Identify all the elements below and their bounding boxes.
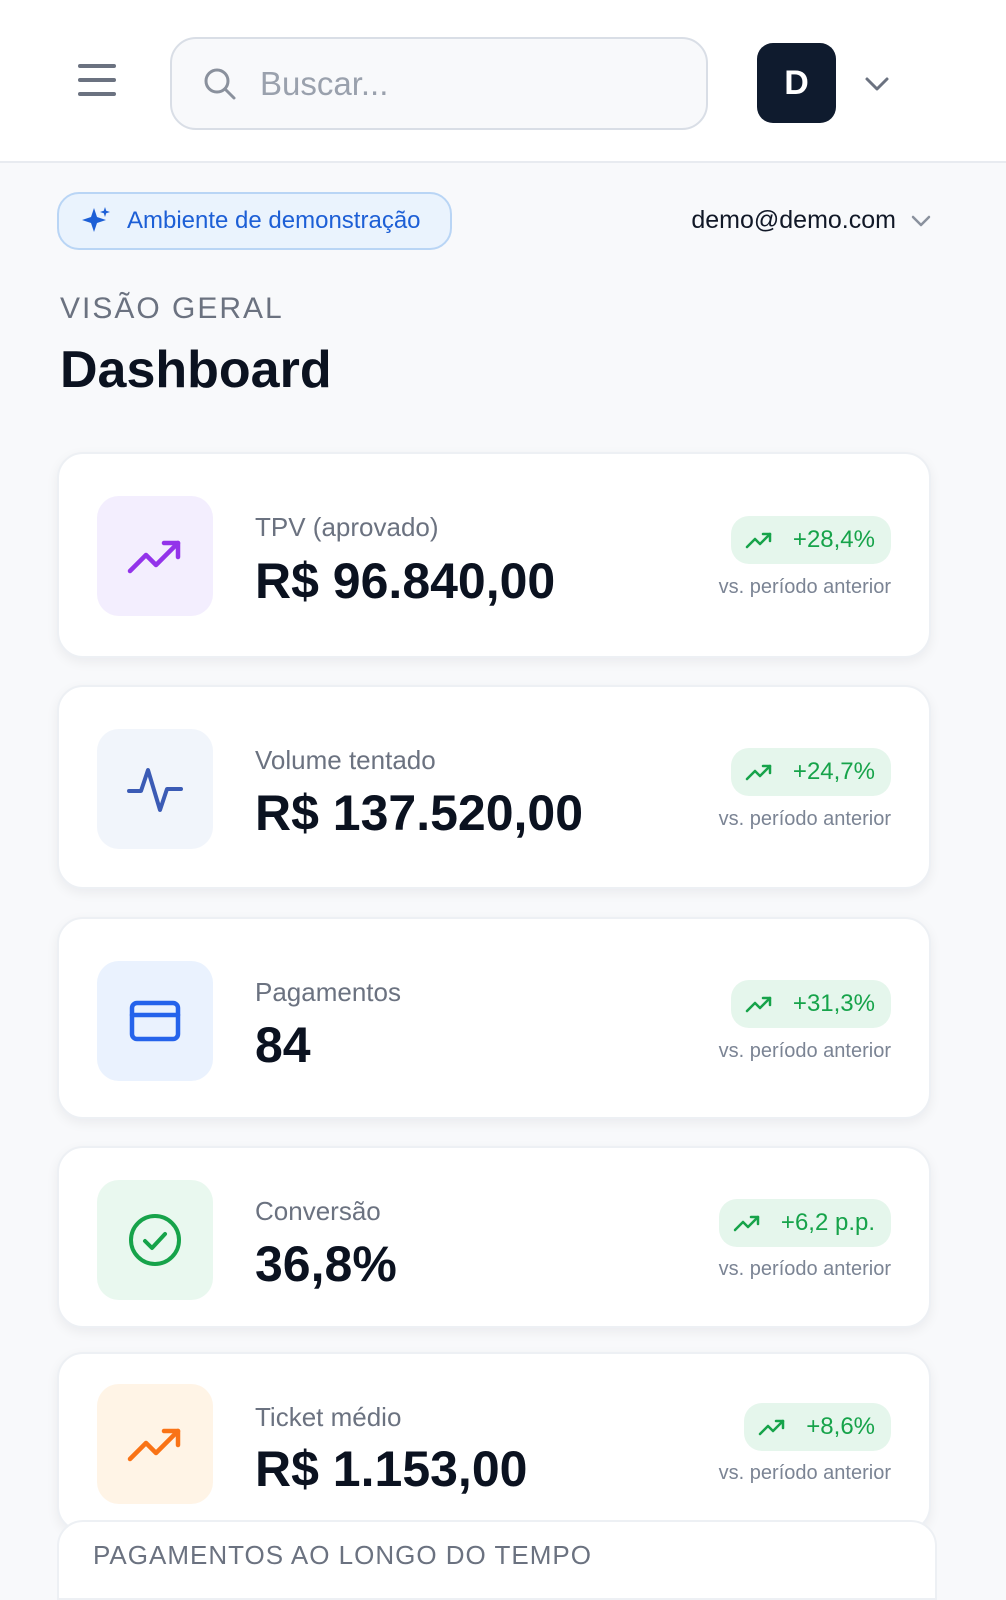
delta-badge: +28,4% [730, 516, 891, 564]
delta-badge: +31,3% [730, 980, 891, 1028]
comparison-note: vs. período anterior [718, 808, 891, 830]
hamburger-menu-icon[interactable] [78, 64, 118, 104]
search-icon [204, 68, 236, 99]
trending-up-icon [127, 1428, 181, 1462]
metric-card-conversion[interactable]: Conversão 36,8% +6,2 p.p. vs. período an… [57, 1146, 931, 1328]
demo-environment-badge: Ambiente de demonstração [57, 192, 452, 250]
comparison-note: vs. período anterior [718, 576, 891, 598]
comparison-note: vs. período anterior [718, 1462, 891, 1484]
metric-value: 36,8% [255, 1236, 397, 1292]
delta-badge: +24,7% [730, 748, 891, 796]
delta-badge: +8,6% [744, 1403, 891, 1451]
delta-badge: +6,2 p.p. [718, 1199, 891, 1247]
metric-card-tpv[interactable]: TPV (aprovado) R$ 96.840,00 +28,4% vs. p… [57, 452, 931, 658]
metric-icon-box [97, 961, 213, 1081]
delta-value: +31,3% [792, 990, 875, 1017]
trending-up-icon [745, 764, 772, 781]
comparison-note: vs. período anterior [718, 1040, 891, 1062]
search-box[interactable] [170, 37, 708, 130]
credit-card-icon [129, 1000, 181, 1042]
metric-label: Pagamentos [255, 977, 401, 1007]
activity-icon [127, 768, 183, 812]
metric-icon-box [97, 1384, 213, 1504]
user-menu[interactable]: demo@demo.com [691, 206, 932, 235]
trending-up-icon [733, 1215, 760, 1232]
trending-up-icon [745, 532, 772, 549]
delta-value: +8,6% [806, 1413, 875, 1440]
search-input[interactable] [260, 64, 700, 103]
delta-value: +24,7% [792, 758, 875, 785]
section-label: VISÃO GERAL [60, 292, 284, 325]
trending-up-icon [127, 540, 181, 574]
payments-over-time-card: PAGAMENTOS AO LONGO DO TEMPO [57, 1520, 937, 1600]
metric-icon-box [97, 729, 213, 849]
metric-label: Volume tentado [255, 745, 436, 775]
chevron-down-icon[interactable] [862, 71, 892, 97]
metric-label: Ticket médio [255, 1402, 402, 1432]
top-bar: D [0, 0, 1006, 163]
metric-icon-box [97, 1180, 213, 1300]
metric-label: TPV (aprovado) [255, 512, 439, 542]
demo-environment-label: Ambiente de demonstração [127, 207, 421, 234]
trending-up-icon [745, 996, 772, 1013]
metric-card-volume[interactable]: Volume tentado R$ 137.520,00 +24,7% vs. … [57, 685, 931, 889]
check-circle-icon [129, 1214, 181, 1266]
chart-section-title: PAGAMENTOS AO LONGO DO TEMPO [93, 1540, 592, 1570]
metric-value: R$ 1.153,00 [255, 1441, 528, 1497]
metric-value: R$ 96.840,00 [255, 553, 556, 609]
chevron-down-icon [911, 215, 931, 226]
metric-card-payments[interactable]: Pagamentos 84 +31,3% vs. período anterio… [57, 917, 931, 1119]
comparison-note: vs. período anterior [718, 1258, 891, 1280]
delta-value: +28,4% [792, 526, 875, 553]
delta-value: +6,2 p.p. [780, 1209, 875, 1236]
metric-label: Conversão [255, 1196, 381, 1226]
metric-icon-box [97, 496, 213, 616]
page-title: Dashboard [60, 341, 332, 399]
trending-up-icon [759, 1419, 785, 1436]
metric-value: 84 [255, 1017, 311, 1073]
user-email: demo@demo.com [691, 206, 896, 234]
metric-value: R$ 137.520,00 [255, 785, 584, 841]
metric-card-avg-ticket[interactable]: Ticket médio R$ 1.153,00 +8,6% vs. perío… [57, 1352, 931, 1532]
avatar[interactable]: D [757, 43, 836, 123]
sparkle-icon [82, 207, 110, 232]
